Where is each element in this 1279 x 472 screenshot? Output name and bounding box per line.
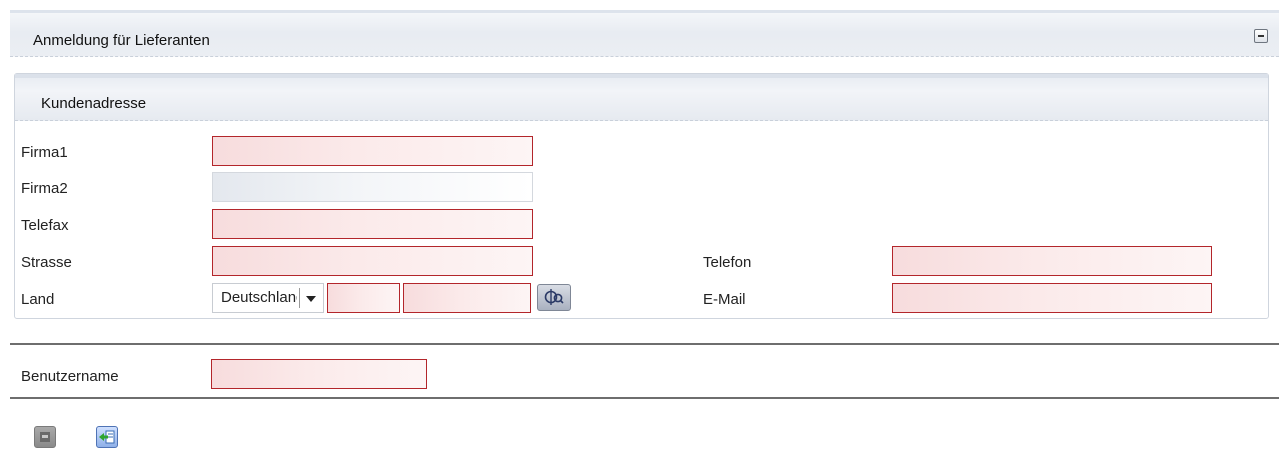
- select-divider: [299, 288, 300, 308]
- address-lookup-button[interactable]: [537, 284, 571, 311]
- land-label: Land: [21, 291, 55, 308]
- page-title: Anmeldung für Lieferanten: [33, 32, 210, 49]
- strasse-field[interactable]: [212, 246, 533, 276]
- firma1-field[interactable]: [212, 136, 533, 166]
- email-label: E-Mail: [703, 291, 746, 308]
- email-field[interactable]: [892, 283, 1212, 313]
- save-disk-icon: [40, 432, 50, 442]
- section-divider-top: [10, 343, 1279, 345]
- country-select[interactable]: Deutschland: [212, 283, 324, 313]
- username-label: Benutzername: [21, 368, 119, 385]
- section-title: Kundenadresse: [41, 95, 147, 112]
- firma2-label: Firma2: [21, 180, 68, 197]
- country-selected-value: Deutschland: [221, 289, 297, 306]
- login-arrow-icon: [99, 430, 115, 444]
- section-header: Kundenadresse: [15, 74, 1268, 121]
- telefax-field[interactable]: [212, 209, 533, 239]
- firma2-field[interactable]: [212, 172, 533, 202]
- username-field[interactable]: [211, 359, 427, 389]
- address-lookup-icon: [544, 289, 564, 305]
- ort-field[interactable]: [403, 283, 531, 313]
- firma1-label: Firma1: [21, 144, 68, 161]
- strasse-label: Strasse: [21, 254, 72, 271]
- telefax-label: Telefax: [21, 217, 69, 234]
- save-button[interactable]: [34, 426, 56, 448]
- telefon-field[interactable]: [892, 246, 1212, 276]
- minus-collapse-icon[interactable]: [1254, 29, 1268, 43]
- chevron-down-icon[interactable]: [306, 296, 316, 302]
- section-divider-bottom: [10, 397, 1279, 399]
- login-button[interactable]: [96, 426, 118, 448]
- telefon-label: Telefon: [703, 254, 752, 271]
- panel-header: Anmeldung für Lieferanten: [10, 10, 1279, 57]
- plz-field[interactable]: [327, 283, 400, 313]
